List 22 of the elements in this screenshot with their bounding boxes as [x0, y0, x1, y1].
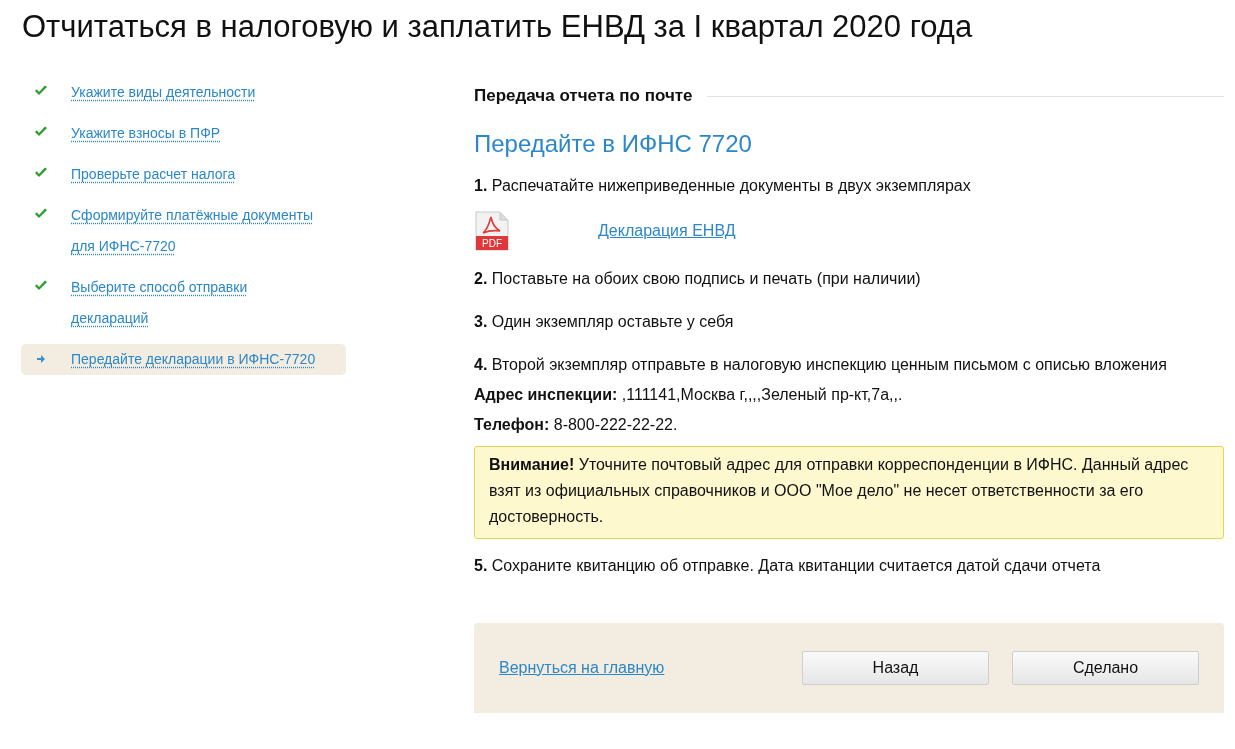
section-title: Передайте в ИФНС 7720 [474, 130, 753, 158]
document-link[interactable]: Декларация ЕНВД [598, 222, 736, 240]
step-text: 5. Сохраните квитанцию об отправке. Дата квитанции считается датой сдачи отчета [474, 556, 1102, 576]
step-link[interactable]: Сформируйте платёжные документы для ИФНС-7720 [71, 200, 326, 262]
step-text: 4. Второй экземпляр отправьте в налоговую инспекцию ценным письмом с описью вложения [474, 355, 1168, 375]
step-link[interactable]: Проверьте расчет налога [71, 159, 326, 190]
section-heading: Передача отчета по почте [474, 86, 693, 106]
pdf-file-icon[interactable]: PDF [474, 211, 510, 251]
done-button[interactable]: Сделано [1012, 651, 1199, 685]
step-link[interactable]: Передайте декларации в ИФНС-7720 [71, 344, 326, 375]
step-text: 1. Распечатайте нижеприведенные документы в двух экземплярах [474, 176, 972, 196]
page-title: Отчитаться в налоговую и заплатить ЕНВД за I квартал 2020 года [21, 8, 974, 45]
home-link[interactable]: Вернуться на главную [499, 659, 665, 677]
step-text: 2. Поставьте на обоих свою подпись и печать (при наличии) [474, 269, 922, 289]
step-link[interactable]: Укажите виды деятельности [71, 77, 326, 108]
step-link[interactable]: Выберите способ отправки деклараций [71, 272, 326, 334]
step-link[interactable]: Укажите взносы в ПФР [71, 118, 326, 149]
step-text: 3. Один экземпляр оставьте у себя [474, 312, 735, 332]
warning-note: Внимание! Уточните почтовый адрес для отправки корреспонденции в ИФНС. Данный адрес взят из официальных справочников и ООО "Мое дело" не несет ответственности за его достоверность. [474, 446, 1224, 539]
info-text: Адрес инспекции: ,111141,Москва г,,,,Зеленый пр-кт,7а,,. [474, 385, 904, 405]
back-button[interactable]: Назад [802, 651, 989, 685]
info-text: Телефон: 8-800-222-22-22. [474, 415, 679, 435]
